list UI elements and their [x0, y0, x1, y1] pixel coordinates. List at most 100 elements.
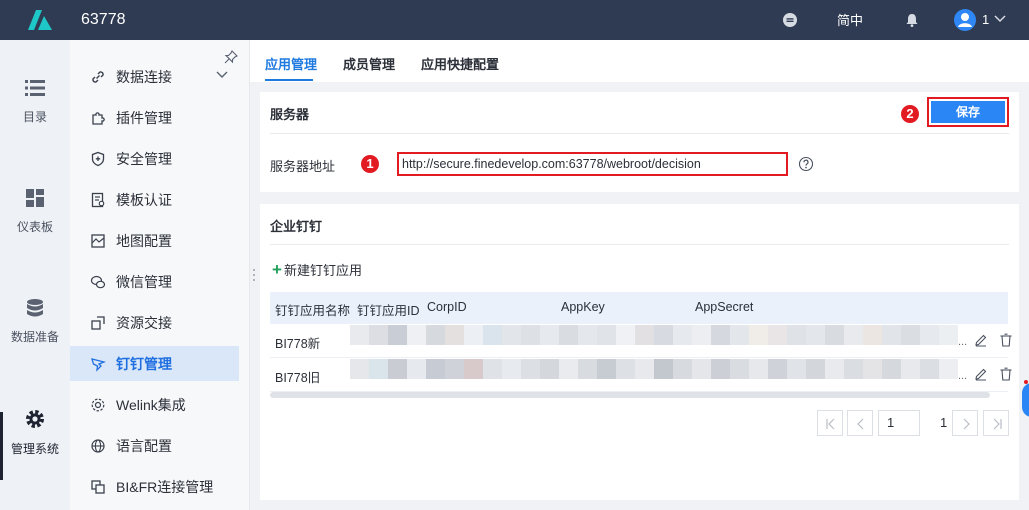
table-row[interactable]: BI778旧 ...	[270, 358, 1012, 392]
map-icon	[91, 233, 105, 248]
help-icon[interactable]	[798, 156, 814, 172]
globe-icon	[91, 438, 105, 453]
top-bar: 63778 简中 1	[0, 0, 1029, 40]
divider	[270, 244, 1009, 245]
column-header: 钉钉应用ID	[357, 304, 420, 318]
sidebar-item-welink[interactable]: Welink集成	[70, 387, 239, 422]
rail-label: 仪表板	[16, 220, 53, 234]
user-name[interactable]: 1	[982, 12, 989, 27]
sidebar-item-label: 语言配置	[116, 437, 172, 454]
annotation-badge-1: 1	[361, 155, 379, 173]
user-icon	[958, 13, 972, 27]
sidebar-item-label: 数据连接	[116, 68, 172, 85]
puzzle-icon	[92, 111, 105, 125]
redacted-values	[350, 359, 958, 379]
splitter-handle[interactable]	[252, 268, 256, 282]
table-row[interactable]: BI778新 ...	[270, 324, 1012, 358]
horizontal-scrollbar[interactable]	[270, 392, 990, 398]
sidebar-item-label: 地图配置	[116, 232, 172, 249]
first-page-icon	[826, 418, 835, 430]
chevron-right-icon	[963, 418, 970, 430]
server-address-input[interactable]: http://secure.finedevelop.com:63778/webr…	[397, 152, 788, 176]
sidebar-item-language[interactable]: 语言配置	[70, 428, 239, 463]
rail-label: 数据准备	[10, 330, 59, 344]
dashboard-icon	[26, 189, 44, 207]
sidebar-item-map-config[interactable]: 地图配置	[70, 223, 239, 258]
sidebar-item-label: 钉钉管理	[116, 355, 172, 372]
row-app-name: BI778新	[275, 337, 321, 351]
active-tab-indicator	[265, 79, 313, 81]
sidebar-item-bi-fr-connection[interactable]: BI&FR连接管理	[70, 469, 239, 504]
sidebar-item-template-cert[interactable]: 模板认证	[70, 182, 239, 217]
dingtalk-icon	[91, 357, 106, 372]
drag-handle-icon	[253, 269, 255, 281]
user-avatar[interactable]	[954, 9, 976, 31]
welink-icon	[91, 398, 105, 411]
tab-bar: 应用管理 成员管理 应用快捷配置	[250, 40, 1029, 82]
connection-icon	[91, 479, 105, 494]
plus-icon: +	[272, 260, 282, 279]
bell-icon[interactable]	[904, 12, 920, 28]
edit-icon[interactable]	[974, 367, 988, 381]
database-icon	[27, 299, 43, 317]
delete-icon[interactable]	[999, 333, 1013, 347]
save-button[interactable]: 保存	[927, 97, 1009, 127]
list-icon	[25, 80, 45, 96]
row-more[interactable]: ...	[958, 370, 967, 382]
column-header: AppSecret	[695, 300, 754, 314]
new-dingtalk-app-label: 新建钉钉应用	[283, 263, 362, 278]
column-header: AppKey	[561, 300, 605, 314]
tab-app-quick-config[interactable]: 应用快捷配置	[421, 54, 499, 73]
page-number-input[interactable]: 1	[878, 410, 920, 436]
edit-icon[interactable]	[974, 333, 988, 347]
delete-icon[interactable]	[999, 367, 1013, 381]
rail-label: 管理系统	[10, 442, 59, 456]
prev-page-button[interactable]	[847, 410, 873, 436]
server-title: 服务器	[270, 107, 310, 122]
table-header: 钉钉应用名称 钉钉应用ID CorpID AppKey AppSecret	[270, 292, 1008, 324]
first-page-button[interactable]	[817, 410, 843, 436]
link-icon	[92, 70, 104, 83]
floating-assistant-widget[interactable]	[1022, 383, 1029, 417]
annotation-badge-2: 2	[901, 105, 919, 123]
chevron-down-icon[interactable]	[216, 71, 228, 79]
new-dingtalk-app-button[interactable]: + 新建钉钉应用	[272, 260, 362, 280]
rail-item-catalog[interactable]: 目录	[0, 78, 70, 125]
handover-icon	[91, 315, 105, 330]
certificate-icon	[91, 192, 105, 207]
shield-icon	[91, 151, 105, 166]
sidebar-item-dingtalk[interactable]: 钉钉管理	[70, 346, 239, 381]
gear-icon	[26, 410, 44, 428]
sidebar-item-data-connection[interactable]: 数据连接	[70, 59, 239, 94]
last-page-button[interactable]	[983, 410, 1009, 436]
sidebar-item-label: Welink集成	[116, 396, 186, 413]
sidebar-item-resource-handover[interactable]: 资源交接	[70, 305, 239, 340]
app-title: 63778	[81, 11, 126, 28]
main-content: 应用管理 成员管理 应用快捷配置 服务器 2 保存 服务器地址 1 http:/…	[250, 40, 1029, 510]
tab-member-management[interactable]: 成员管理	[343, 54, 395, 73]
row-more[interactable]: ...	[958, 336, 967, 348]
rail-item-admin[interactable]: 管理系统	[0, 408, 70, 457]
last-page-icon	[993, 418, 1002, 430]
sidebar-item-security[interactable]: 安全管理	[70, 141, 239, 176]
primary-rail: 目录 仪表板 数据准备 管理系统	[0, 40, 70, 510]
sidebar-item-wechat[interactable]: 微信管理	[70, 264, 239, 299]
redacted-values	[350, 325, 958, 345]
next-page-button[interactable]	[952, 410, 978, 436]
dingtalk-title: 企业钉钉	[270, 219, 323, 234]
tab-app-management[interactable]: 应用管理	[265, 54, 317, 73]
sidebar-item-plugins[interactable]: 插件管理	[70, 100, 239, 135]
sidebar-item-label: BI&FR连接管理	[116, 478, 214, 495]
sidebar-item-label: 微信管理	[116, 273, 172, 290]
sidebar-item-label: 插件管理	[116, 109, 172, 126]
divider	[270, 133, 1009, 134]
rail-item-data-prep[interactable]: 数据准备	[0, 298, 70, 345]
sidebar-item-label: 模板认证	[116, 191, 172, 208]
chevron-down-icon[interactable]	[994, 15, 1006, 23]
app-logo[interactable]	[26, 8, 54, 32]
save-button-label: 保存	[931, 101, 1005, 123]
language-switch[interactable]: 简中	[837, 10, 863, 29]
rail-item-dashboard[interactable]: 仪表板	[0, 188, 70, 235]
total-pages: 1	[940, 415, 948, 430]
minus-circle-icon[interactable]	[782, 12, 798, 28]
